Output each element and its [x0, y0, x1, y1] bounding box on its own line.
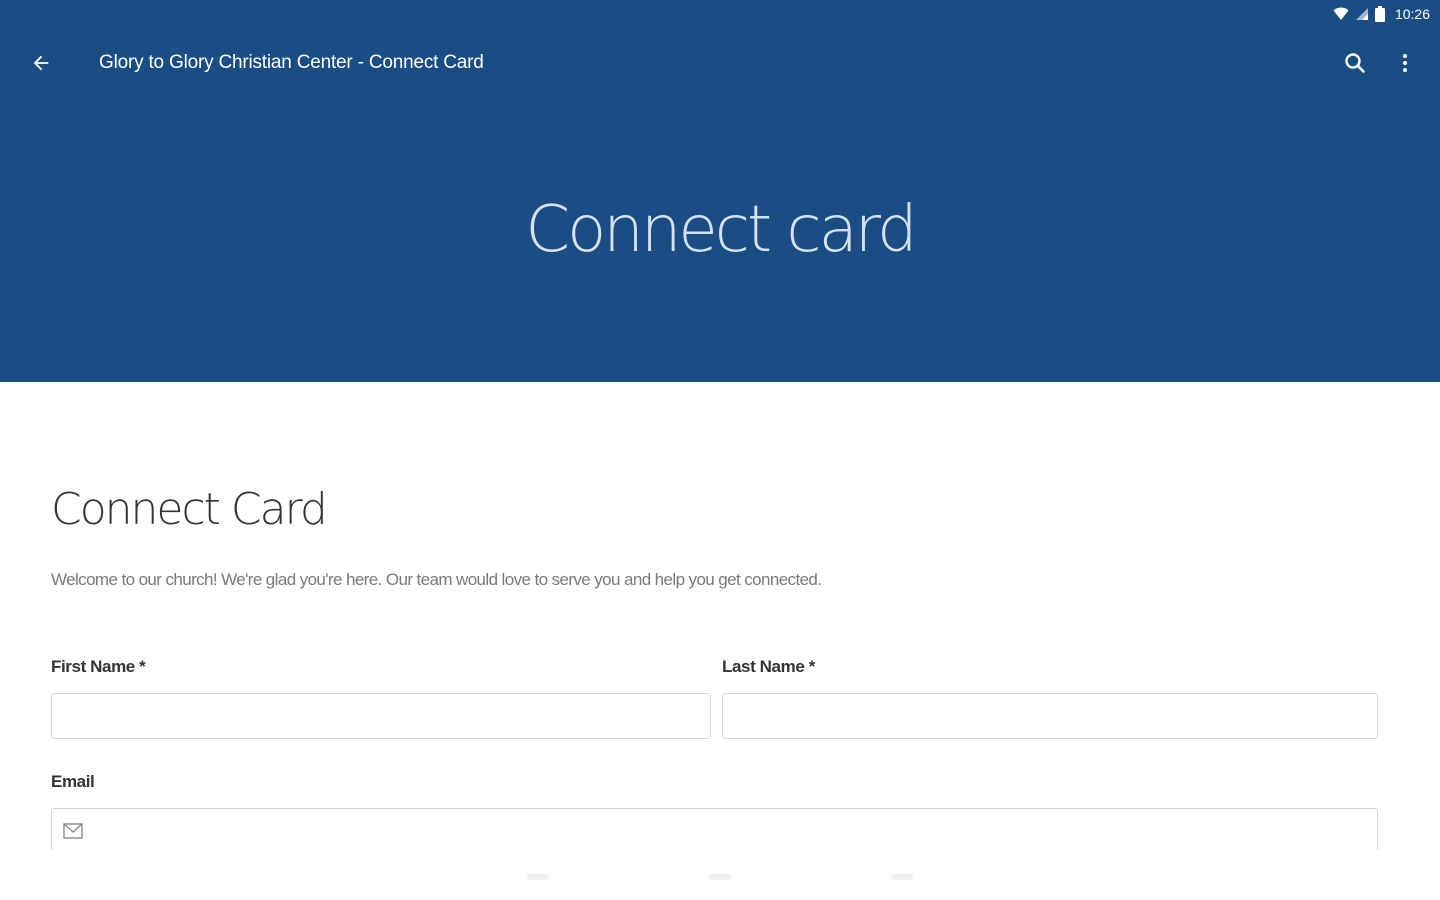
wifi-icon [1333, 7, 1349, 21]
battery-icon [1374, 6, 1385, 22]
last-name-input[interactable] [722, 693, 1378, 739]
search-button[interactable] [1340, 50, 1370, 80]
form-content: Connect Card Welcome to our church! We'r… [0, 382, 1440, 850]
hero-banner: Connect card [0, 100, 1440, 382]
form-title: Connect Card [51, 484, 328, 535]
nav-recents-button[interactable] [891, 874, 913, 880]
app-bar: Glory to Glory Christian Center - Connec… [0, 28, 1440, 100]
more-options-button[interactable] [1390, 50, 1420, 80]
navigation-bar [0, 850, 1440, 900]
first-name-input[interactable] [51, 693, 711, 739]
screen: 10:26 Glory to Glory Christian Center - … [0, 0, 1440, 900]
status-bar: 10:26 [0, 0, 1440, 28]
form-intro: Welcome to our church! We're glad you're… [51, 570, 822, 589]
cell-signal-icon [1355, 7, 1369, 21]
app-title: Glory to Glory Christian Center - Connec… [99, 52, 484, 73]
status-time: 10:26 [1394, 6, 1430, 22]
envelope-icon [63, 823, 83, 844]
email-input[interactable] [51, 808, 1378, 850]
first-name-label: First Name * [51, 657, 146, 676]
hero-title: Connect card [525, 193, 917, 267]
arrow-back-icon [30, 52, 52, 79]
back-button[interactable] [26, 50, 56, 80]
nav-home-button[interactable] [709, 874, 731, 880]
email-label: Email [51, 772, 95, 791]
more-vertical-icon [1402, 53, 1408, 78]
search-icon [1343, 51, 1367, 80]
nav-back-button[interactable] [527, 874, 549, 880]
last-name-label: Last Name * [722, 657, 815, 676]
